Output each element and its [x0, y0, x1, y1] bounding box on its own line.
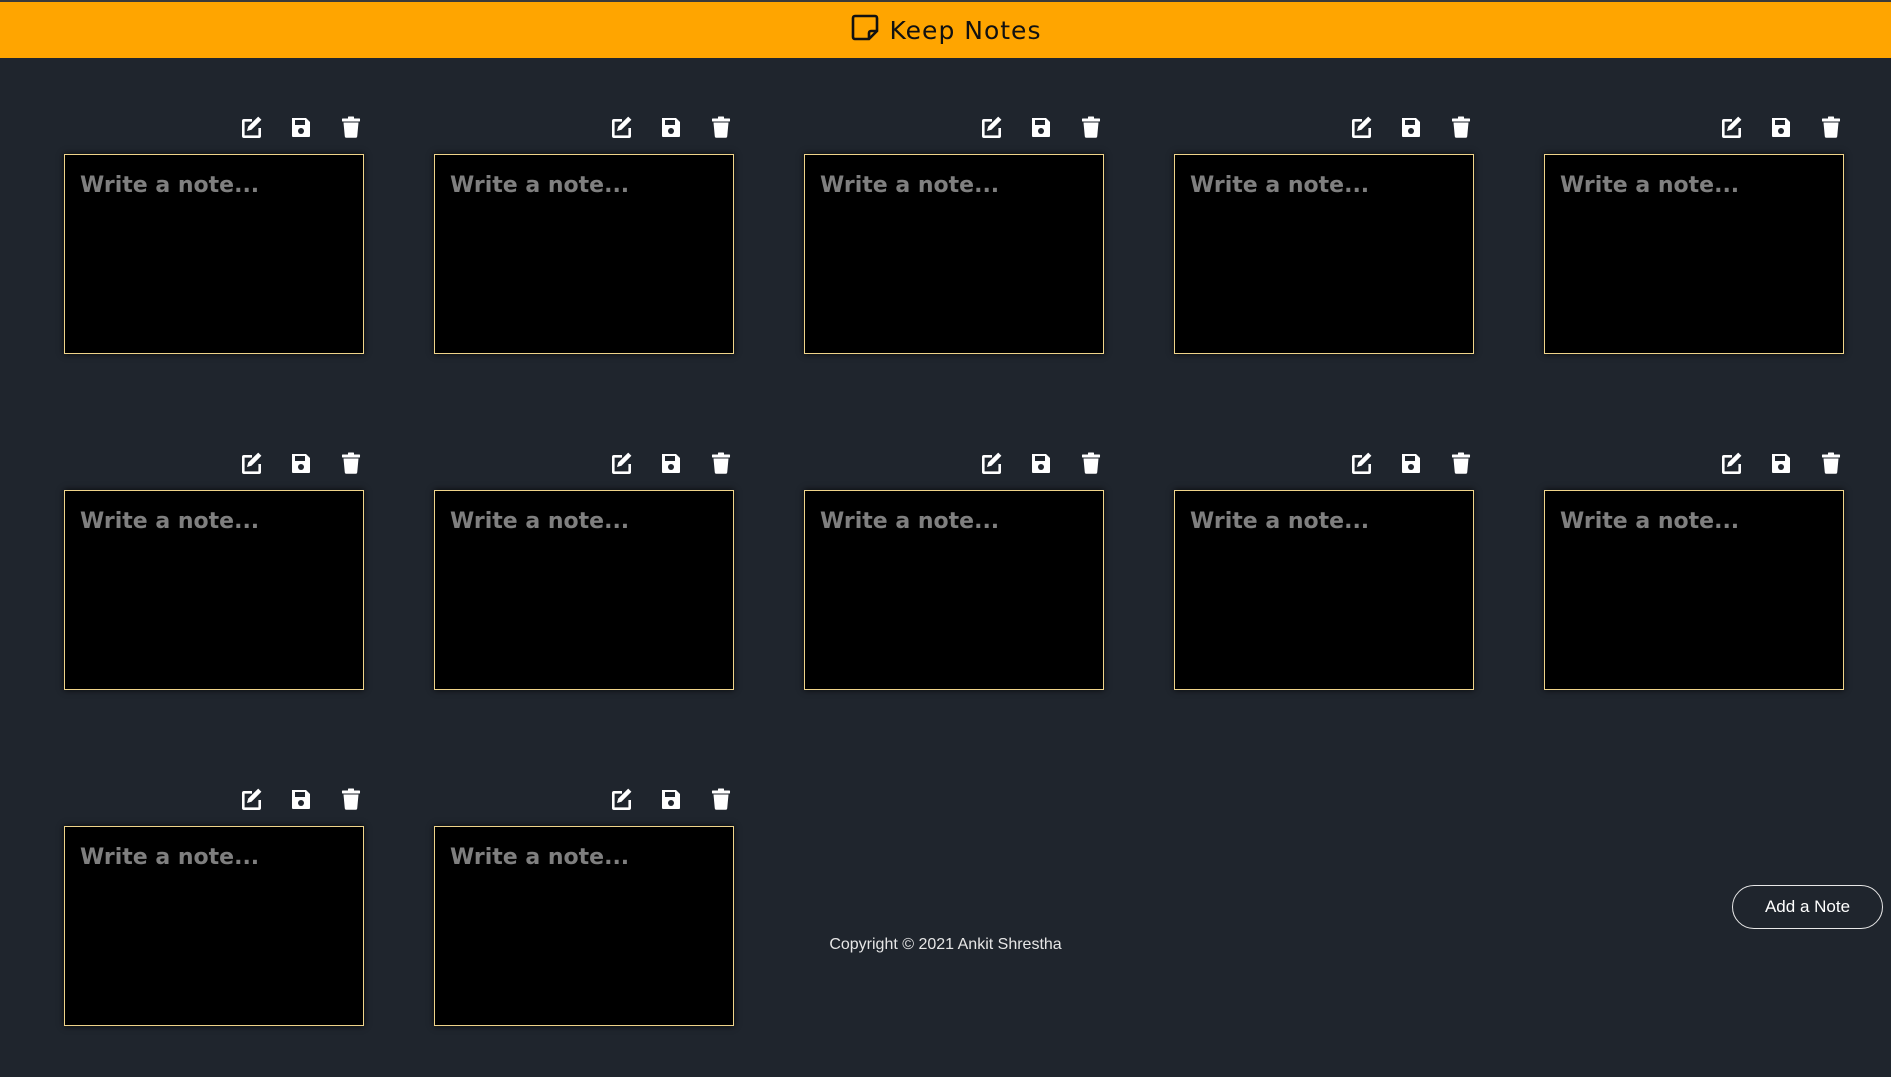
note-textarea[interactable] [434, 490, 734, 690]
note-icon [850, 12, 880, 48]
trash-icon[interactable] [708, 114, 734, 140]
save-icon[interactable] [1398, 450, 1424, 476]
edit-icon[interactable] [238, 114, 264, 140]
note-card [64, 440, 364, 741]
edit-icon[interactable] [608, 114, 634, 140]
edit-icon[interactable] [1718, 114, 1744, 140]
save-icon[interactable] [288, 786, 314, 812]
note-textarea[interactable] [434, 154, 734, 354]
edit-icon[interactable] [608, 450, 634, 476]
trash-icon[interactable] [1078, 114, 1104, 140]
note-textarea[interactable] [64, 154, 364, 354]
note-toolbar [434, 104, 734, 152]
save-icon[interactable] [1768, 450, 1794, 476]
save-icon[interactable] [288, 450, 314, 476]
note-card [804, 104, 1104, 405]
note-card [1174, 104, 1474, 405]
note-toolbar [434, 776, 734, 824]
app-title: Keep Notes [850, 12, 1042, 48]
trash-icon[interactable] [708, 786, 734, 812]
edit-icon[interactable] [978, 450, 1004, 476]
trash-icon[interactable] [708, 450, 734, 476]
note-toolbar [804, 104, 1104, 152]
note-toolbar [804, 440, 1104, 488]
note-toolbar [64, 104, 364, 152]
trash-icon[interactable] [1448, 114, 1474, 140]
save-icon[interactable] [288, 114, 314, 140]
note-card [1544, 440, 1844, 741]
edit-icon[interactable] [608, 786, 634, 812]
edit-icon[interactable] [238, 450, 264, 476]
note-card [804, 440, 1104, 741]
note-toolbar [434, 440, 734, 488]
note-textarea[interactable] [64, 826, 364, 1026]
trash-icon[interactable] [338, 114, 364, 140]
note-toolbar [64, 440, 364, 488]
note-card [434, 776, 734, 1077]
save-icon[interactable] [1028, 114, 1054, 140]
save-icon[interactable] [658, 114, 684, 140]
footer-copyright: Copyright © 2021 Ankit Shrestha [829, 936, 1062, 953]
note-textarea[interactable] [1544, 490, 1844, 690]
edit-icon[interactable] [978, 114, 1004, 140]
save-icon[interactable] [658, 786, 684, 812]
app-title-text: Keep Notes [889, 15, 1042, 45]
note-textarea[interactable] [64, 490, 364, 690]
trash-icon[interactable] [338, 450, 364, 476]
note-textarea[interactable] [1544, 154, 1844, 354]
app-header: Keep Notes [0, 0, 1891, 58]
save-icon[interactable] [658, 450, 684, 476]
note-textarea[interactable] [804, 154, 1104, 354]
trash-icon[interactable] [1078, 450, 1104, 476]
trash-icon[interactable] [338, 786, 364, 812]
notes-grid [64, 104, 1844, 1077]
edit-icon[interactable] [1718, 450, 1744, 476]
note-textarea[interactable] [804, 490, 1104, 690]
save-icon[interactable] [1398, 114, 1424, 140]
trash-icon[interactable] [1818, 450, 1844, 476]
save-icon[interactable] [1768, 114, 1794, 140]
note-textarea[interactable] [1174, 154, 1474, 354]
note-toolbar [1174, 440, 1474, 488]
note-toolbar [64, 776, 364, 824]
note-card [64, 776, 364, 1077]
note-toolbar [1544, 440, 1844, 488]
note-card [1174, 440, 1474, 741]
edit-icon[interactable] [1348, 450, 1374, 476]
edit-icon[interactable] [238, 786, 264, 812]
trash-icon[interactable] [1818, 114, 1844, 140]
note-toolbar [1174, 104, 1474, 152]
note-textarea[interactable] [1174, 490, 1474, 690]
note-card [434, 104, 734, 405]
note-toolbar [1544, 104, 1844, 152]
note-card [64, 104, 364, 405]
add-note-button[interactable]: Add a Note [1732, 885, 1883, 929]
save-icon[interactable] [1028, 450, 1054, 476]
edit-icon[interactable] [1348, 114, 1374, 140]
note-textarea[interactable] [434, 826, 734, 1026]
note-card [434, 440, 734, 741]
note-card [1544, 104, 1844, 405]
trash-icon[interactable] [1448, 450, 1474, 476]
